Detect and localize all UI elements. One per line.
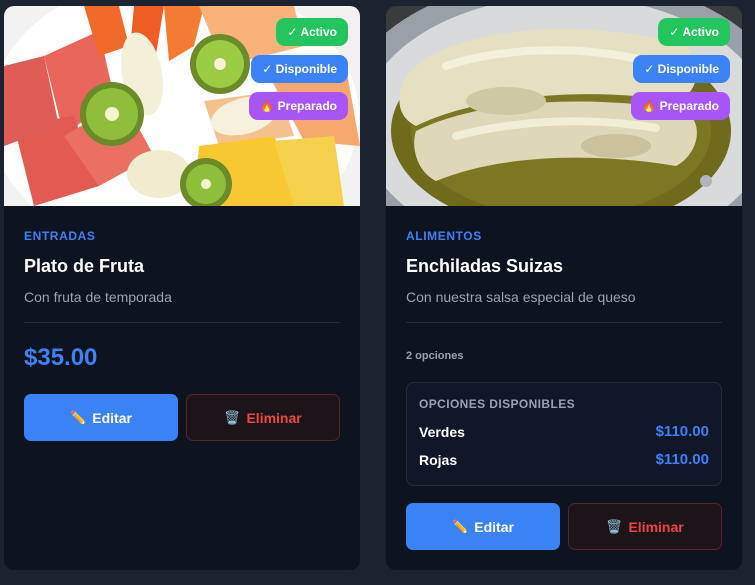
pencil-icon: ✏️ <box>452 518 469 534</box>
option-price: $110.00 <box>655 451 709 468</box>
product-price: $35.00 <box>24 344 98 371</box>
status-badge-prepared: 🔥 Preparado <box>630 92 730 120</box>
edit-button[interactable]: ✏️ Editar <box>406 503 560 550</box>
fire-icon: 🔥 <box>641 100 656 113</box>
product-card: ✓ Activo ✓ Disponible 🔥 Preparado ENTRAD… <box>4 6 360 570</box>
status-badge-available: ✓ Disponible <box>633 55 730 83</box>
status-badge-active: ✓ Activo <box>276 18 348 46</box>
options-count: 2 opciones <box>406 350 464 362</box>
product-description: Con nuestra salsa especial de queso <box>406 289 636 305</box>
trash-icon: 🗑️ <box>606 518 623 534</box>
product-category: ENTRADAS <box>24 229 96 243</box>
option-row: Verdes $110.00 <box>419 423 709 440</box>
divider <box>406 322 722 323</box>
product-category: ALIMENTOS <box>406 229 482 243</box>
product-image: ✓ Activo ✓ Disponible 🔥 Preparado <box>386 6 742 206</box>
delete-button[interactable]: 🗑️ Eliminar <box>568 503 722 550</box>
option-row: Rojas $110.00 <box>419 451 709 468</box>
product-image: ✓ Activo ✓ Disponible 🔥 Preparado <box>4 6 360 206</box>
pencil-icon: ✏️ <box>70 409 87 425</box>
product-name: Plato de Fruta <box>24 256 145 276</box>
options-heading: OPCIONES DISPONIBLES <box>419 397 576 411</box>
option-name: Verdes <box>419 423 465 440</box>
option-price: $110.00 <box>655 423 709 440</box>
product-name: Enchiladas Suizas <box>406 256 564 276</box>
divider <box>24 322 340 323</box>
edit-button[interactable]: ✏️ Editar <box>24 394 178 441</box>
trash-icon: 🗑️ <box>224 409 241 425</box>
status-badge-available: ✓ Disponible <box>251 55 348 83</box>
fire-icon: 🔥 <box>259 100 274 113</box>
status-badge-active: ✓ Activo <box>658 18 730 46</box>
option-name: Rojas <box>419 451 458 468</box>
status-badge-prepared: 🔥 Preparado <box>248 92 348 120</box>
product-card: ✓ Activo ✓ Disponible 🔥 Preparado ALIMEN… <box>386 6 742 570</box>
options-panel: OPCIONES DISPONIBLES Verdes $110.00 Roja… <box>406 382 722 486</box>
product-description: Con fruta de temporada <box>24 289 172 305</box>
delete-button[interactable]: 🗑️ Eliminar <box>186 394 340 441</box>
